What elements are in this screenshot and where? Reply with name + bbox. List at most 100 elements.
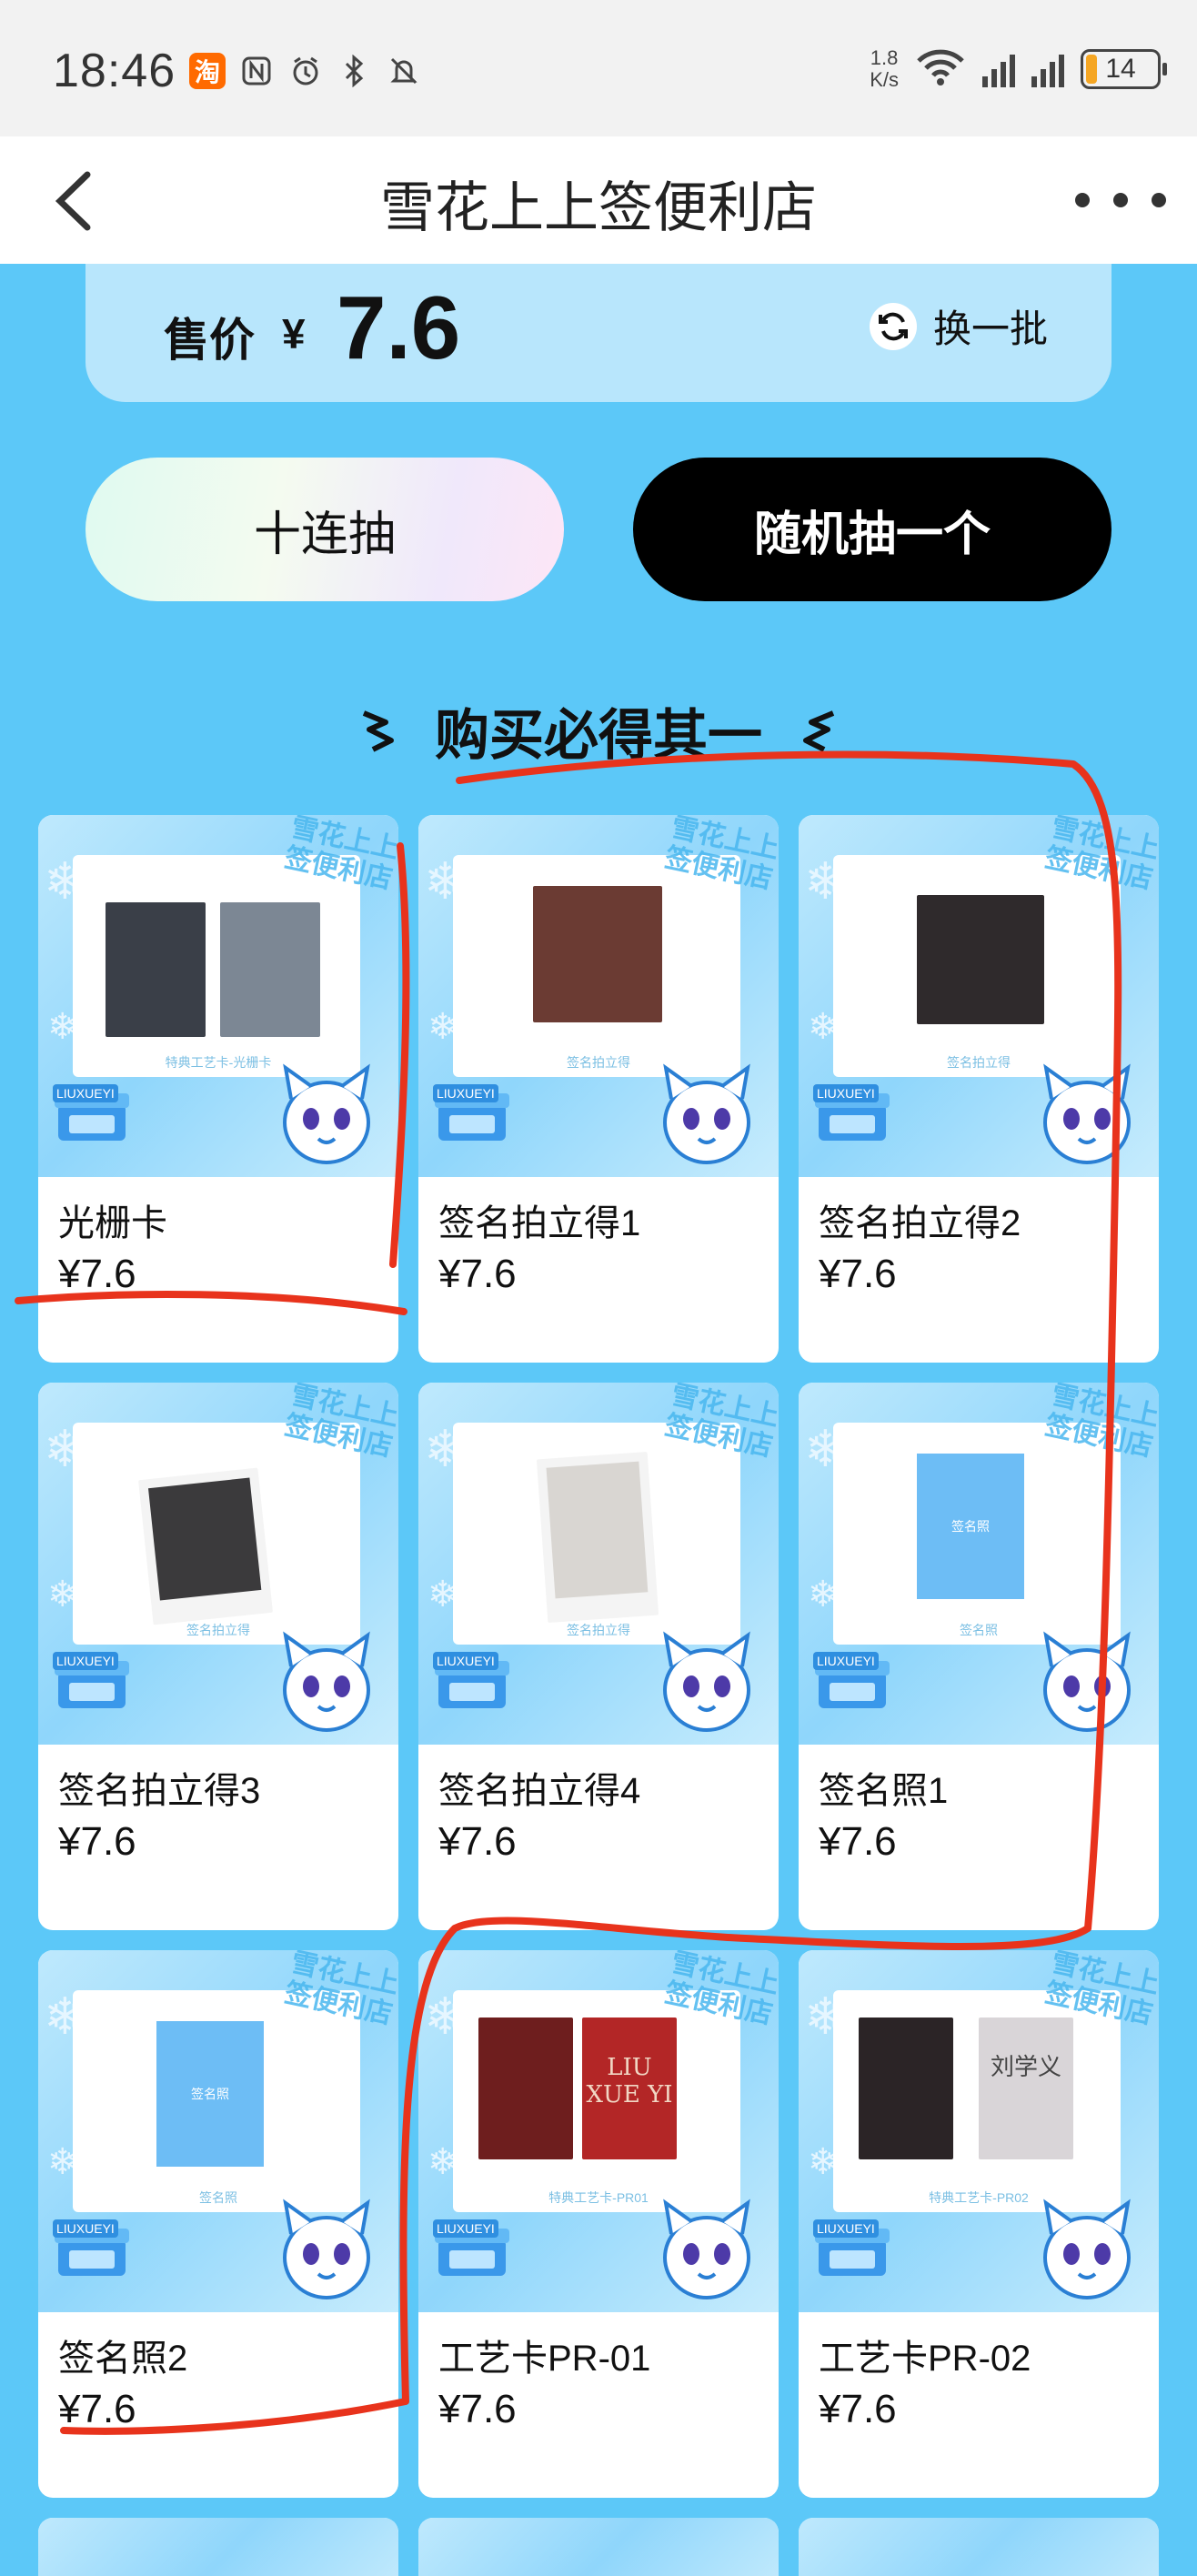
product-caption: 特典工艺卡-光栅卡: [165, 1055, 272, 1070]
ten-draw-button[interactable]: 十连抽: [86, 458, 564, 601]
product-caption: 签名照: [960, 1623, 998, 1637]
product-photo: [533, 886, 662, 1022]
product-photo: [137, 1467, 274, 1625]
brand-watermark: 雪花上上签便利店: [661, 1950, 779, 2030]
product-image: ❄ ❄ 雪花上上签便利店 LIUXUEYI 签名拍立得: [418, 1383, 779, 1745]
bluetooth-icon: [337, 53, 373, 89]
product-photo: [917, 895, 1044, 1024]
store-label: LIUXUEYI: [433, 1084, 498, 1102]
brand-watermark: 雪花上上签便利店: [281, 815, 398, 895]
network-speed: 1.8 K/s: [870, 46, 899, 91]
nav-bar: 雪花上上签便利店: [0, 136, 1197, 264]
product-image: ❄ ❄ 刘学义 雪花上上签便利店 LIUXUEYI 特典工艺卡-PR02: [799, 1950, 1159, 2312]
brand-watermark: 雪花上上签便利店: [281, 1383, 398, 1463]
battery-icon: 14: [1081, 49, 1167, 89]
product-image: [38, 2518, 398, 2576]
decoration-right-icon: [803, 709, 835, 752]
refresh-button[interactable]: 换一批: [869, 298, 1048, 354]
more-button[interactable]: [1075, 173, 1166, 227]
product-price: ¥7.6: [438, 2387, 517, 2431]
random-draw-button[interactable]: 随机抽一个: [633, 458, 1112, 601]
product-photo: [478, 2018, 573, 2159]
nfc-icon: [238, 53, 275, 89]
store-label: LIUXUEYI: [53, 2219, 118, 2238]
product-image: ❄ ❄ 雪花上上签便利店 LIUXUEYI 签名拍立得: [38, 1383, 398, 1745]
signed-photo-placeholder: 签名照: [156, 2021, 264, 2167]
product-image: ❄ ❄ LIU XUE YI 雪花上上签便利店 LIUXUEYI 特典工艺卡-P…: [418, 1950, 779, 2312]
page-title: 雪花上上签便利店: [380, 177, 817, 238]
store-label: LIUXUEYI: [813, 1652, 879, 1670]
price-value: 7.6: [337, 277, 461, 377]
product-card[interactable]: ❄ ❄ 雪花上上签便利店 LIUXUEYI 签名拍立得签名拍立得2 ¥7.6: [799, 815, 1159, 1363]
alarm-icon: [287, 53, 324, 89]
status-right-icons: 1.8 K/s 14: [870, 46, 1167, 91]
product-card[interactable]: ❄ ❄ 签名照 雪花上上签便利店 LIUXUEYI 签名照签名照1 ¥7.6: [799, 1383, 1159, 1930]
product-caption: 特典工艺卡-PR02: [929, 2190, 1029, 2205]
product-card[interactable]: ❄ ❄ 签名照 雪花上上签便利店 LIUXUEYI 签名照签名照2 ¥7.6: [38, 1950, 398, 2498]
store-label: LIUXUEYI: [433, 2219, 498, 2238]
product-card-partial[interactable]: [38, 2518, 398, 2576]
product-name: 签名拍立得1: [438, 1203, 641, 1243]
product-caption: 特典工艺卡-PR01: [548, 2190, 649, 2205]
store-label: LIUXUEYI: [53, 1652, 118, 1670]
product-name: 签名拍立得2: [819, 1203, 1021, 1243]
product-photo: [536, 1451, 659, 1624]
product-name: 签名拍立得3: [58, 1771, 261, 1811]
product-image: ❄ ❄ 签名照 雪花上上签便利店 LIUXUEYI 签名照: [38, 1950, 398, 2312]
product-image: [799, 2518, 1159, 2576]
product-image: ❄ ❄ 雪花上上签便利店 LIUXUEYI 签名拍立得: [418, 815, 779, 1177]
product-name: 工艺卡PR-02: [819, 2339, 1031, 2379]
status-left-icons: 淘: [189, 53, 422, 89]
product-card[interactable]: ❄ ❄ 刘学义 雪花上上签便利店 LIUXUEYI 特典工艺卡-PR02 工艺卡P…: [799, 1950, 1159, 2498]
price-label: 售价: [164, 315, 255, 366]
decoration-left-icon: [362, 709, 394, 752]
product-photo: [106, 902, 206, 1037]
brand-watermark: 雪花上上签便利店: [1041, 1383, 1159, 1463]
product-caption: 签名拍立得: [186, 1623, 250, 1637]
status-bar: 18:46 淘 1.8 K/s 14: [0, 0, 1197, 136]
product-grid: ❄ ❄ 雪花上上签便利店 LIUXUEYI 特典工艺卡-光栅卡 光栅卡 ¥7.6 ❄…: [38, 815, 1159, 2576]
product-price: ¥7.6: [58, 1819, 136, 1864]
product-caption: 签名拍立得: [567, 1055, 630, 1070]
product-price: ¥7.6: [819, 1819, 897, 1864]
signal-icon-2: [1031, 51, 1064, 87]
section-title: 购买必得其一: [435, 705, 762, 766]
taobao-icon: 淘: [189, 53, 226, 89]
product-price: ¥7.6: [58, 1252, 136, 1296]
store-label: LIUXUEYI: [53, 1084, 118, 1102]
product-card-partial[interactable]: [799, 2518, 1159, 2576]
status-time: 18:46: [53, 45, 176, 97]
mute-icon: [386, 53, 422, 89]
product-image: ❄ ❄ 雪花上上签便利店 LIUXUEYI 签名拍立得: [799, 815, 1159, 1177]
product-image: ❄ ❄ 雪花上上签便利店 LIUXUEYI 特典工艺卡-光栅卡: [38, 815, 398, 1177]
product-card[interactable]: ❄ ❄ LIU XUE YI 雪花上上签便利店 LIUXUEYI 特典工艺卡-P…: [418, 1950, 779, 2498]
product-price: ¥7.6: [58, 2387, 136, 2431]
product-image: [418, 2518, 779, 2576]
product-card-partial[interactable]: [418, 2518, 779, 2576]
store-label: LIUXUEYI: [433, 1652, 498, 1670]
product-caption: 签名拍立得: [567, 1623, 630, 1637]
brand-watermark: 雪花上上签便利店: [281, 1950, 398, 2030]
product-name: 签名照1: [819, 1771, 949, 1811]
product-card[interactable]: ❄ ❄ 雪花上上签便利店 LIUXUEYI 签名拍立得签名拍立得4 ¥7.6: [418, 1383, 779, 1930]
product-caption: 签名照: [199, 2190, 237, 2205]
product-caption: 签名拍立得: [947, 1055, 1011, 1070]
product-price: ¥7.6: [438, 1819, 517, 1864]
product-card[interactable]: ❄ ❄ 雪花上上签便利店 LIUXUEYI 特典工艺卡-光栅卡 光栅卡 ¥7.6: [38, 815, 398, 1363]
store-label: LIUXUEYI: [813, 1084, 879, 1102]
signed-photo-placeholder: 签名照: [917, 1454, 1024, 1599]
product-name: 签名照2: [58, 2339, 188, 2379]
product-name: 工艺卡PR-01: [438, 2339, 651, 2379]
brand-watermark: 雪花上上签便利店: [661, 815, 779, 895]
product-photo: [859, 2018, 953, 2159]
refresh-label: 换一批: [932, 307, 1048, 350]
price-currency: ¥: [282, 310, 306, 357]
signal-icon: [982, 51, 1015, 87]
wifi-icon: [915, 48, 966, 91]
product-image: ❄ ❄ 签名照 雪花上上签便利店 LIUXUEYI 签名照: [799, 1383, 1159, 1745]
product-price: ¥7.6: [438, 1252, 517, 1296]
product-card[interactable]: ❄ ❄ 雪花上上签便利店 LIUXUEYI 签名拍立得签名拍立得3 ¥7.6: [38, 1383, 398, 1930]
product-price: ¥7.6: [819, 1252, 897, 1296]
product-name: 签名拍立得4: [438, 1771, 641, 1811]
product-card[interactable]: ❄ ❄ 雪花上上签便利店 LIUXUEYI 签名拍立得签名拍立得1 ¥7.6: [418, 815, 779, 1363]
